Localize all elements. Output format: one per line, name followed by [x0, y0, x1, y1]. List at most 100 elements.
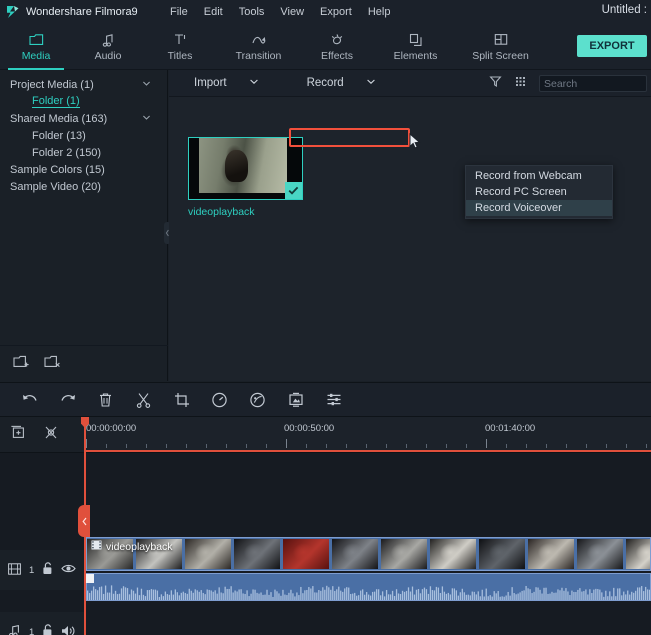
document-title: Untitled :: [601, 4, 647, 16]
menu-help[interactable]: Help: [368, 6, 391, 18]
tab-elements[interactable]: Elements: [373, 24, 458, 70]
add-marker-icon[interactable]: [10, 425, 27, 445]
title-text-icon: [173, 32, 187, 47]
media-thumbnail[interactable]: [188, 137, 303, 200]
clip-left-handle[interactable]: [86, 574, 94, 583]
clip-title: videoplayback: [91, 540, 173, 553]
record-button[interactable]: Record: [307, 77, 376, 89]
tab-media-label: Media: [21, 50, 51, 62]
unlock-icon[interactable]: [42, 624, 53, 635]
unlock-icon[interactable]: [42, 562, 53, 578]
filmstrip-frame: [234, 539, 280, 569]
track-header-audio: 1: [0, 612, 84, 635]
tab-titles-label: Titles: [167, 50, 193, 62]
tree-item-sample-video[interactable]: Sample Video (20): [0, 178, 167, 195]
tab-effects-label: Effects: [321, 50, 353, 62]
sidebar-actions: [0, 345, 168, 381]
checkmark-icon: [285, 182, 302, 199]
media-item-label: videoplayback: [188, 206, 255, 218]
tab-audio[interactable]: Audio: [72, 24, 144, 70]
speed-gauge-icon[interactable]: [210, 390, 229, 409]
menu-item-record-pc-screen[interactable]: Record PC Screen: [466, 184, 612, 200]
timeline-header-actions: [0, 417, 84, 452]
tree-item-shared-media[interactable]: Shared Media (163): [0, 110, 167, 127]
tab-transition-label: Transition: [235, 50, 282, 62]
folder-icon: [28, 32, 44, 47]
library-pane: Import Record Search videoplayback Recor…: [169, 70, 651, 381]
tree-item-folder-2[interactable]: Folder 2 (150): [0, 144, 167, 161]
menu-edit[interactable]: Edit: [204, 6, 223, 18]
delete-trash-icon[interactable]: [96, 390, 115, 409]
color-palette-icon[interactable]: [248, 390, 267, 409]
effects-sparkle-icon: [330, 32, 344, 47]
split-scissors-icon[interactable]: [134, 390, 153, 409]
filter-funnel-icon[interactable]: [489, 75, 502, 93]
import-button[interactable]: Import: [194, 77, 259, 89]
audio-mixer-icon[interactable]: [324, 390, 343, 409]
grid-view-icon[interactable]: [514, 75, 527, 93]
tab-audio-label: Audio: [94, 50, 122, 62]
chevron-down-icon[interactable]: [366, 77, 376, 89]
snapshot-icon[interactable]: [286, 390, 305, 409]
import-label: Import: [194, 77, 227, 89]
edit-toolbar: [0, 382, 651, 417]
filmstrip-frame: [528, 539, 574, 569]
menu-item-record-from-webcam[interactable]: Record from Webcam: [466, 168, 612, 184]
main-tab-bar: Media Audio Titles Transition Effects El…: [0, 24, 651, 70]
tree-item-sample-colors[interactable]: Sample Colors (15): [0, 161, 167, 178]
library-toolbar: Import Record: [169, 70, 651, 97]
tab-titles[interactable]: Titles: [144, 24, 216, 70]
tree-item-project-media[interactable]: Project Media (1): [0, 76, 167, 93]
tab-elements-label: Elements: [393, 50, 438, 62]
tree-item-folder-1[interactable]: Folder (1): [0, 93, 167, 110]
redo-icon[interactable]: [58, 390, 77, 409]
new-folder-icon[interactable]: [13, 354, 30, 374]
filmstrip-frame: [430, 539, 476, 569]
delete-folder-icon[interactable]: [44, 354, 61, 374]
timeline-ruler[interactable]: 00:00:00:00 00:00:50:00 00:01:40:00: [84, 417, 651, 452]
search-box[interactable]: [539, 75, 651, 92]
timeline-clip-video[interactable]: videoplayback: [86, 537, 651, 571]
timeline-clip-audio[interactable]: [86, 573, 651, 601]
tab-split-screen[interactable]: Split Screen: [458, 24, 543, 70]
filmstrip-frame: [283, 539, 329, 569]
ruler-label: 00:00:00:00: [86, 423, 137, 434]
menu-tools[interactable]: Tools: [239, 6, 265, 18]
filmstrip-frame: [185, 539, 231, 569]
tree-item-label: Folder (1): [32, 95, 80, 108]
menu-view[interactable]: View: [280, 6, 304, 18]
eye-icon[interactable]: [61, 563, 76, 577]
transition-icon: [251, 32, 267, 47]
export-button[interactable]: EXPORT: [577, 35, 647, 57]
chevron-down-icon[interactable]: [142, 113, 151, 122]
media-item-videoplayback[interactable]: videoplayback: [188, 137, 303, 218]
audio-track-number: 1: [29, 626, 35, 635]
chevron-down-icon[interactable]: [142, 79, 151, 88]
menu-item-record-voiceover[interactable]: Record Voiceover: [466, 200, 612, 216]
crop-icon[interactable]: [172, 390, 191, 409]
ruler-label: 00:00:50:00: [284, 423, 335, 434]
tab-effects[interactable]: Effects: [301, 24, 373, 70]
tree-item-label: Project Media (1): [10, 78, 94, 91]
tab-media[interactable]: Media: [0, 24, 72, 70]
undo-icon[interactable]: [20, 390, 39, 409]
unlink-audio-icon[interactable]: [43, 425, 59, 445]
menu-file[interactable]: File: [170, 6, 188, 18]
filmstrip-frame: [332, 539, 378, 569]
tree-item-folder-13[interactable]: Folder (13): [0, 127, 167, 144]
filmora-logo-icon: [6, 5, 20, 19]
tree-item-label: Folder (13): [32, 129, 86, 142]
speaker-icon[interactable]: [61, 625, 76, 635]
tree-item-label: Sample Colors (15): [10, 163, 105, 176]
thumbnail-image: [199, 138, 287, 193]
menu-bar: File Edit Tools View Export Help: [170, 6, 390, 18]
mouse-cursor-icon: [409, 132, 421, 155]
filmora-window: Wondershare Filmora9 File Edit Tools Vie…: [0, 0, 651, 635]
menu-export[interactable]: Export: [320, 6, 352, 18]
playhead-grab-handle[interactable]: [78, 505, 90, 537]
audio-waveform: [87, 585, 650, 600]
tab-transition[interactable]: Transition: [216, 24, 301, 70]
chevron-down-icon[interactable]: [249, 77, 259, 89]
playhead[interactable]: [78, 417, 90, 635]
search-input[interactable]: [544, 77, 651, 90]
